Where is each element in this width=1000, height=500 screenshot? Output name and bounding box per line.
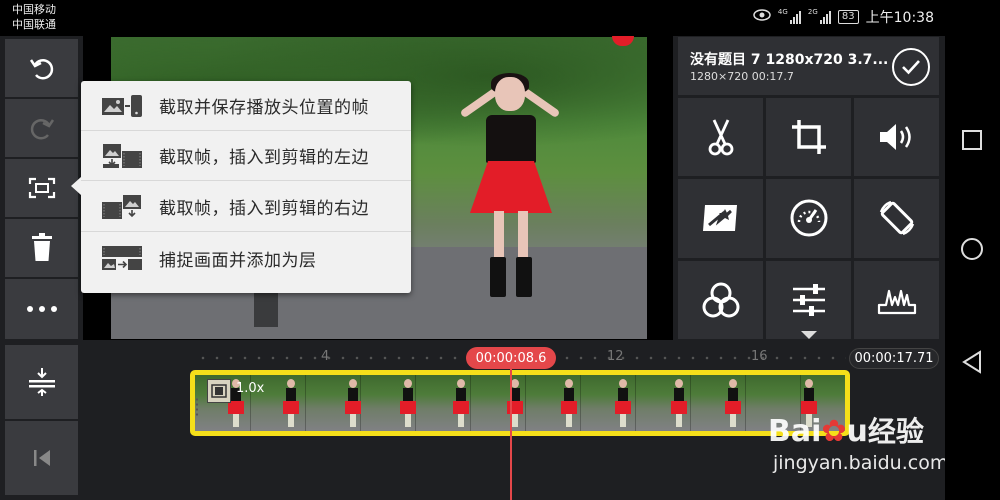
effect-tool-button[interactable]	[678, 179, 763, 258]
recents-icon[interactable]	[962, 130, 982, 150]
battery-indicator: 83	[837, 10, 859, 24]
menu-item-insert-left[interactable]: 截取帧，插入到剪辑的左边	[81, 131, 411, 181]
status-bar: 中国移动 中国联通 4G 2G 83 上午10:38	[0, 0, 1000, 36]
signal-icon-1: 4G	[778, 8, 801, 24]
save-frame-icon	[99, 91, 145, 121]
expand-caret-icon[interactable]	[801, 331, 817, 339]
crop-icon	[791, 120, 826, 155]
project-meta: 1280×720 00:17.7	[690, 70, 794, 83]
ruler-label: 16	[751, 349, 768, 364]
playhead[interactable]	[510, 369, 512, 500]
ruler-label: 12	[607, 349, 624, 364]
split-tool-button[interactable]	[678, 98, 763, 177]
project-info: 没有题目 7 1280x720 3.7... 1280×720 00:17.7	[678, 37, 939, 95]
color-filter-tool-button[interactable]	[678, 260, 763, 339]
menu-item-insert-right[interactable]: 截取帧，插入到剪辑的右边	[81, 182, 411, 232]
undo-icon	[29, 59, 53, 80]
speed-tool-button[interactable]	[766, 179, 851, 258]
capture-as-layer-icon	[99, 243, 145, 273]
tools-grid	[678, 98, 939, 339]
ruler-label: 4	[321, 349, 330, 364]
insert-frame-right-icon	[99, 192, 145, 222]
adjust-icon	[792, 283, 825, 316]
total-duration: 00:00:17.71	[849, 348, 939, 369]
speed-icon	[790, 199, 827, 237]
color-filter-icon	[702, 282, 739, 318]
insert-frame-left-icon	[99, 141, 145, 171]
redo-icon	[30, 119, 54, 140]
volume-tool-button[interactable]	[854, 98, 939, 177]
check-icon	[902, 60, 920, 75]
delete-icon	[31, 233, 52, 261]
menu-item-label: 截取帧，插入到剪辑的左边	[159, 148, 369, 168]
home-icon[interactable]	[961, 238, 983, 260]
menu-item-save-frame[interactable]: 截取并保存播放头位置的帧	[81, 81, 411, 131]
capture-frame-menu: 截取并保存播放头位置的帧 截取帧，插入到剪辑的左边 截取帧，插入到剪辑的右边 捕…	[71, 81, 411, 293]
capture-frame-button[interactable]	[5, 159, 78, 217]
delete-button[interactable]	[5, 219, 78, 277]
menu-item-label: 截取帧，插入到剪辑的右边	[159, 199, 369, 219]
system-nav-bar	[945, 36, 1000, 500]
skip-to-start-button[interactable]	[5, 421, 78, 495]
clip-type-badge	[207, 379, 231, 403]
menu-item-capture-layer[interactable]: 捕捉画面并添加为层	[81, 233, 411, 283]
redo-button[interactable]	[5, 99, 78, 157]
paw-icon: ✿	[821, 414, 847, 449]
carrier-label-2: 中国联通	[12, 18, 56, 31]
menu-item-label: 截取并保存播放头位置的帧	[159, 98, 369, 118]
rotate-tool-button[interactable]	[854, 179, 939, 258]
more-icon	[26, 306, 57, 312]
scissors-icon	[708, 119, 733, 156]
done-button[interactable]	[892, 48, 930, 86]
baidu-watermark: Bai✿u经验	[768, 414, 924, 449]
watermark-url: jingyan.baidu.com	[773, 452, 949, 474]
back-icon[interactable]	[961, 350, 983, 374]
rotate-icon	[879, 201, 914, 236]
crop-tool-button[interactable]	[766, 98, 851, 177]
capture-frame-icon	[28, 177, 55, 199]
playhead-time: 00:00:08.6	[466, 347, 556, 369]
skip-to-start-icon	[33, 450, 50, 466]
audio-tool-button[interactable]	[854, 260, 939, 339]
eye-icon	[753, 9, 771, 25]
film-icon	[211, 384, 227, 398]
volume-icon	[879, 124, 911, 151]
audio-wave-icon	[877, 289, 916, 314]
video-clip[interactable]: 1.0x	[190, 370, 850, 436]
undo-button[interactable]	[5, 39, 78, 97]
adjust-tool-button[interactable]	[766, 260, 851, 339]
menu-item-label: 捕捉画面并添加为层	[159, 250, 317, 271]
align-icon	[28, 368, 55, 396]
more-button[interactable]	[5, 279, 78, 339]
signal-icon-2: 2G	[808, 8, 831, 24]
clip-speed-label: 1.0x	[236, 381, 265, 396]
clock: 上午10:38	[865, 10, 934, 26]
carrier-label-1: 中国移动	[12, 3, 56, 16]
timeline-zoom-button[interactable]	[5, 345, 78, 419]
project-title: 没有题目 7 1280x720 3.7...	[690, 52, 889, 68]
effect-icon	[702, 205, 737, 232]
clip-trim-handle[interactable]	[195, 397, 199, 417]
